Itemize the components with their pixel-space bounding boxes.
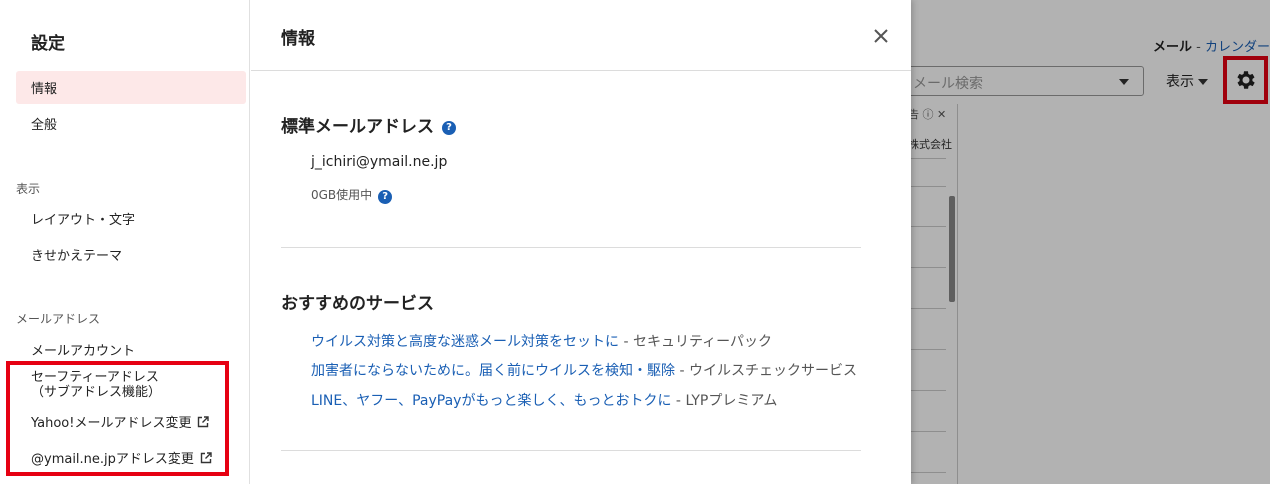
service-item-virus-check: 加害者にならないために。届く前にウイルスを検知・駆除 - ウイルスチェックサービ… — [311, 363, 857, 379]
sidebar-section-address: メールアドレス — [16, 312, 101, 326]
service-name: ウイルスチェックサービス — [688, 363, 857, 379]
storage-usage: 0GB使用中? — [311, 186, 393, 204]
standard-email-address: j_ichiri@ymail.ne.jp — [311, 154, 448, 170]
sidebar-section-display: 表示 — [16, 182, 41, 196]
section-divider — [281, 450, 861, 451]
close-icon[interactable] — [870, 25, 892, 47]
service-item-lyp-premium: LINE、ヤフー、PayPayがもっと楽しく、もっとおトクに - LYPプレミア… — [311, 393, 778, 409]
service-link[interactable]: ウイルス対策と高度な迷惑メール対策をセットに — [311, 334, 619, 350]
service-link[interactable]: LINE、ヤフー、PayPayがもっと楽しく、もっとおトクに — [311, 393, 671, 409]
standard-address-heading: 標準メールアドレス? — [281, 112, 456, 137]
service-link[interactable]: 加害者にならないために。届く前にウイルスを検知・駆除 — [311, 363, 675, 379]
recommended-services-heading: おすすめのサービス — [281, 294, 434, 314]
service-name: LYPプレミアム — [685, 393, 778, 409]
info-header: 情報 — [251, 0, 911, 71]
section-divider — [281, 247, 861, 248]
highlight-box — [6, 361, 229, 476]
info-title: 情報 — [281, 29, 315, 49]
help-icon[interactable]: ? — [378, 190, 393, 204]
service-name: セキュリティーパック — [632, 334, 772, 350]
sidebar-item-info[interactable]: 情報 — [16, 71, 246, 104]
sidebar-item-general[interactable]: 全般 — [16, 107, 246, 140]
sidebar-item-layout-font[interactable]: レイアウト・文字 — [16, 202, 246, 235]
help-icon[interactable]: ? — [442, 121, 456, 135]
settings-title: 設定 — [31, 34, 65, 54]
settings-sidebar: 設定 情報 全般 表示 レイアウト・文字 きせかえテーマ メールアドレス メール… — [0, 0, 250, 484]
service-item-security-pack: ウイルス対策と高度な迷惑メール対策をセットに - セキュリティーパック — [311, 334, 772, 350]
sidebar-item-theme[interactable]: きせかえテーマ — [16, 238, 246, 271]
info-panel: 情報 標準メールアドレス? j_ichiri@ymail.ne.jp 0GB使用… — [251, 0, 911, 484]
settings-modal: 設定 情報 全般 表示 レイアウト・文字 きせかえテーマ メールアドレス メール… — [0, 0, 911, 484]
